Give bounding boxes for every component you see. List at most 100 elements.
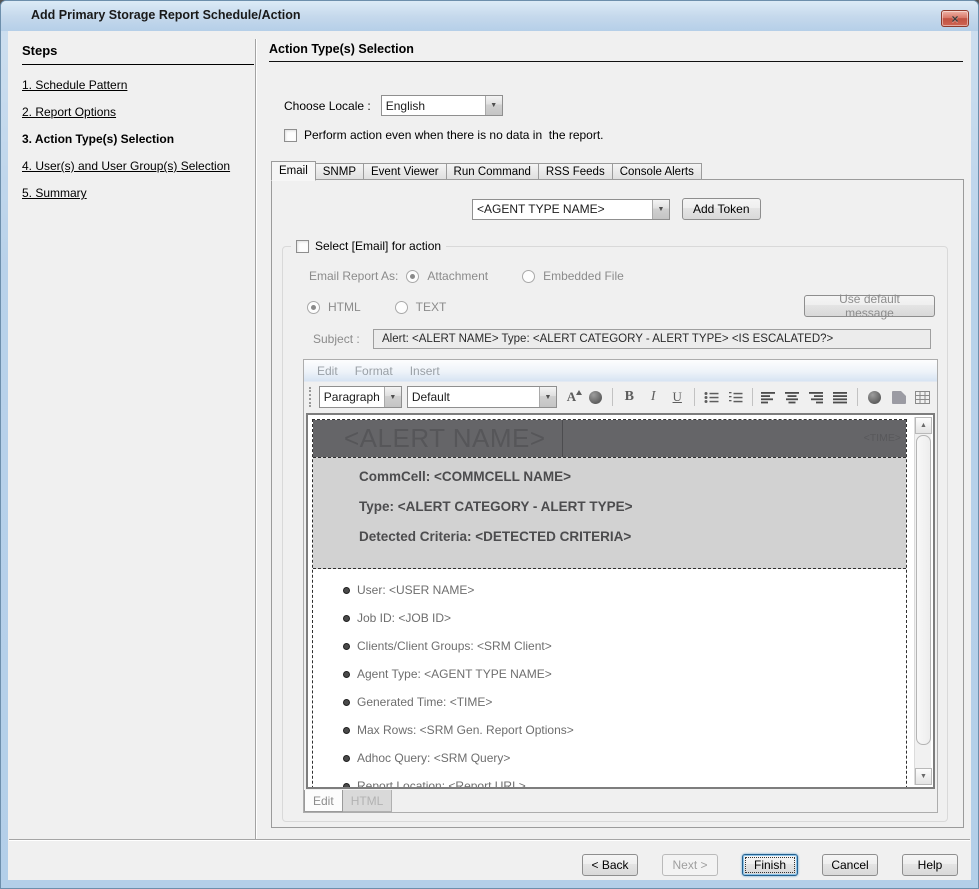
back-button[interactable]: < Back (582, 854, 638, 876)
text-radio[interactable] (395, 301, 408, 314)
action-tabstrip: Email SNMP Event Viewer Run Command RSS … (271, 161, 702, 181)
html-label: HTML (328, 300, 361, 314)
email-tab-panel: <AGENT TYPE NAME> ▼ Add Token Select [Em… (271, 179, 964, 828)
list-item: Generated Time: <TIME> (343, 695, 906, 709)
editor-tab-edit[interactable]: Edit (304, 790, 343, 812)
insert-menu[interactable]: Insert (410, 364, 440, 378)
attachment-label: Attachment (427, 269, 488, 283)
bullet-icon (343, 643, 350, 650)
steps-divider (255, 39, 257, 841)
paragraph-style-select[interactable]: Paragraph ▼ (319, 386, 402, 408)
footer-buttons: < Back Next > Finish Cancel Help (582, 854, 958, 876)
step-users-selection[interactable]: 4. User(s) and User Group(s) Selection (22, 159, 250, 173)
page-title: Action Type(s) Selection (269, 42, 963, 62)
step-action-type-selection[interactable]: 3. Action Type(s) Selection (22, 132, 250, 146)
summary-line: CommCell: <COMMCELL NAME> (359, 469, 906, 484)
bullet-icon (343, 783, 350, 790)
close-icon: × (951, 12, 958, 26)
template-header: <ALERT NAME> <TIME> (313, 420, 906, 457)
font-color-icon[interactable] (586, 387, 605, 407)
toolbar-separator (612, 388, 613, 406)
footer-separator (9, 839, 970, 841)
bullet-icon (343, 587, 350, 594)
chevron-down-icon[interactable]: ▼ (539, 387, 556, 407)
toolbar-grip[interactable] (309, 387, 312, 407)
close-button[interactable]: × (941, 10, 969, 27)
editor-tab-html[interactable]: HTML (342, 790, 393, 812)
subject-input[interactable]: Alert: <ALERT NAME> Type: <ALERT CATEGOR… (373, 329, 931, 349)
bullet-icon (343, 727, 350, 734)
bullet-icon (343, 699, 350, 706)
chevron-down-icon[interactable]: ▼ (384, 387, 401, 407)
use-default-message-button[interactable]: Use default message (804, 295, 935, 317)
bullet-list-icon[interactable] (702, 387, 721, 407)
locale-label: Choose Locale : (284, 99, 371, 113)
format-menu[interactable]: Format (355, 364, 393, 378)
step-schedule-pattern[interactable]: 1. Schedule Pattern (22, 78, 250, 92)
locale-select[interactable]: English ▼ (381, 95, 503, 116)
cancel-button[interactable]: Cancel (822, 854, 878, 876)
step-report-options[interactable]: 2. Report Options (22, 105, 250, 119)
edit-menu[interactable]: Edit (317, 364, 338, 378)
insert-image-icon[interactable] (889, 387, 908, 407)
list-item: Job ID: <JOB ID> (343, 611, 906, 625)
insert-object-icon[interactable] (865, 387, 884, 407)
html-radio[interactable] (307, 301, 320, 314)
rich-text-editor: Edit Format Insert Paragraph ▼ Defaul (303, 359, 938, 813)
font-style-select[interactable]: Default ▼ (407, 386, 557, 408)
bullet-icon (343, 615, 350, 622)
no-data-checkbox[interactable] (284, 129, 297, 142)
align-right-icon[interactable] (807, 387, 826, 407)
summary-line: Detected Criteria: <DETECTED CRITERIA> (359, 529, 906, 544)
next-button[interactable]: Next > (662, 854, 718, 876)
underline-icon[interactable]: U (668, 387, 687, 407)
toolbar-separator (857, 388, 858, 406)
scroll-down-icon[interactable]: ▼ (915, 768, 932, 785)
no-data-row: Perform action even when there is no dat… (284, 128, 604, 142)
embedded-file-label: Embedded File (543, 269, 624, 283)
list-item: Agent Type: <AGENT TYPE NAME> (343, 667, 906, 681)
dialog-window: Add Primary Storage Report Schedule/Acti… (0, 0, 979, 889)
help-button[interactable]: Help (902, 854, 958, 876)
report-as-row: Email Report As: Attachment Embedded Fil… (309, 269, 624, 283)
chevron-down-icon[interactable]: ▼ (652, 200, 669, 219)
add-token-button[interactable]: Add Token (682, 198, 761, 220)
scrollbar-thumb[interactable] (916, 435, 931, 745)
token-row: <AGENT TYPE NAME> ▼ Add Token (472, 198, 761, 220)
finish-button[interactable]: Finish (742, 854, 798, 876)
editor-toolbar: Paragraph ▼ Default ▼ A B I (304, 382, 937, 412)
align-center-icon[interactable] (783, 387, 802, 407)
font-size-icon[interactable]: A (562, 387, 581, 407)
bullet-icon (343, 671, 350, 678)
select-email-row: Select [Email] for action (291, 239, 446, 253)
time-placeholder: <TIME> (864, 432, 901, 444)
list-item: Max Rows: <SRM Gen. Report Options> (343, 723, 906, 737)
scroll-up-icon[interactable]: ▲ (915, 417, 932, 434)
tab-email[interactable]: Email (271, 161, 316, 181)
alert-name-placeholder: <ALERT NAME> (313, 423, 546, 454)
align-left-icon[interactable] (759, 387, 778, 407)
no-data-label: Perform action even when there is no dat… (304, 128, 604, 142)
email-template-preview: <ALERT NAME> <TIME> CommCell: <COMMCELL … (312, 419, 907, 789)
editor-mode-tabs: Edit HTML (304, 790, 392, 812)
list-item: Report Location: <Report URL> (343, 779, 906, 789)
token-select[interactable]: <AGENT TYPE NAME> ▼ (472, 199, 670, 220)
attachment-radio[interactable] (406, 270, 419, 283)
editor-menubar: Edit Format Insert (304, 360, 937, 382)
bold-icon[interactable]: B (620, 387, 639, 407)
main-panel: Action Type(s) Selection Choose Locale :… (263, 31, 969, 851)
insert-table-icon[interactable] (913, 387, 932, 407)
justify-icon[interactable] (831, 387, 850, 407)
dialog-content: Steps 1. Schedule Pattern 2. Report Opti… (8, 31, 971, 880)
template-header-divider (562, 420, 563, 457)
select-email-checkbox[interactable] (296, 240, 309, 253)
italic-icon[interactable]: I (644, 387, 663, 407)
editor-scrollbar[interactable]: ▲ ▼ (914, 417, 931, 785)
list-item: Adhoc Query: <SRM Query> (343, 751, 906, 765)
titlebar[interactable]: Add Primary Storage Report Schedule/Acti… (1, 1, 978, 31)
chevron-down-icon[interactable]: ▼ (485, 96, 502, 115)
numbered-list-icon[interactable] (726, 387, 745, 407)
step-summary[interactable]: 5. Summary (22, 186, 250, 200)
editor-canvas[interactable]: <ALERT NAME> <TIME> CommCell: <COMMCELL … (306, 413, 935, 789)
embedded-file-radio[interactable] (522, 270, 535, 283)
